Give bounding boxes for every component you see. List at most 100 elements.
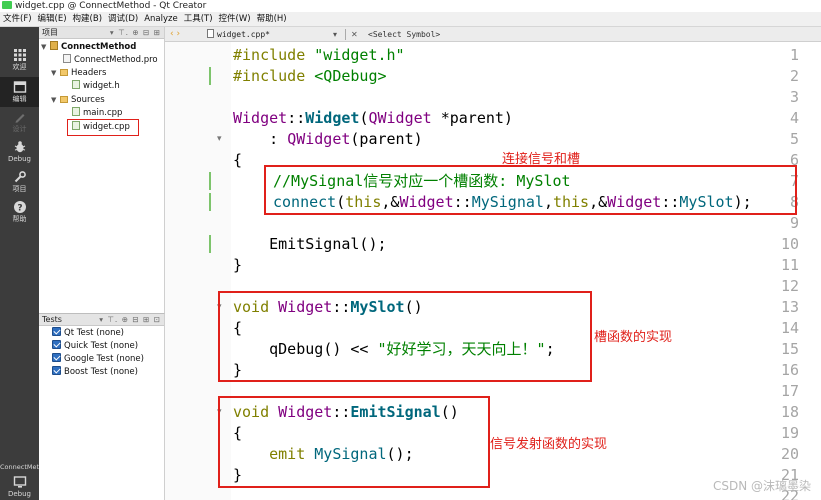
annotation-label-connect: 连接信号和槽 [502,152,581,167]
project-pane-title: 项目 [42,28,58,37]
mode-debug[interactable]: Debug [0,137,39,167]
checkbox-checked[interactable] [52,366,61,375]
test-framework-item[interactable]: Boost Test (none) [52,366,138,378]
code-line-1: #include "widget.h" [233,45,405,66]
line-number: 13 [780,298,799,316]
menu-debug[interactable]: 调试(D) [105,12,141,26]
checkbox-checked[interactable] [52,327,61,336]
tree-header-file[interactable]: widget.h [72,80,120,93]
fold-arrow-icon[interactable]: ▾ [217,129,222,150]
line-number: 4 [789,109,799,127]
tree-headers-folder[interactable]: ▼ Headers [51,67,106,80]
pane-toolbar-icons[interactable]: ▾ ⊤. ⊕ ⊟ ⊞ [110,27,161,38]
menu-widgets[interactable]: 控件(W) [216,12,254,26]
close-document-icon[interactable]: ▾ [333,27,337,41]
test-framework-label: Boost Test (none) [64,367,138,377]
test-framework-item[interactable]: Quick Test (none) [52,340,138,352]
modified-line-marker [209,193,211,211]
token-text: (parent) [350,130,423,148]
token-directive: #include [233,46,306,64]
token-text: : [233,130,288,148]
test-framework-item[interactable]: Qt Test (none) [52,327,124,339]
mode-edit[interactable]: 编辑 [0,77,39,107]
mode-label: 编辑 [12,95,27,103]
help-icon: ? [13,201,26,214]
project-icon [50,41,58,50]
tree-header-file-label: widget.h [83,81,120,91]
modified-line-marker [209,172,211,190]
collapse-arrow-icon[interactable]: ▼ [51,94,60,107]
tree-project-node[interactable]: ▼ ConnectMethod [41,41,136,54]
kit-build-config: Debug [7,490,32,498]
editor-toolbar: ‹ › widget.cpp* ▾ ✕ <Select Symbol> [165,27,821,42]
collapse-arrow-icon[interactable]: ▼ [51,67,60,80]
pencil-icon [15,114,24,123]
token-type: QWidget [287,130,351,148]
tree-pro-file[interactable]: ConnectMethod.pro [63,54,158,67]
modified-line-marker [209,235,211,253]
mode-label: 欢迎 [12,63,27,71]
line-number: 20 [780,445,799,463]
edit-icon [13,81,26,93]
checkbox-checked[interactable] [52,353,61,362]
line-number: 19 [780,424,799,442]
test-framework-item[interactable]: Google Test (none) [52,353,144,365]
code-line-11: } [233,256,243,274]
collapse-arrow-icon[interactable]: ▼ [41,41,50,54]
mode-welcome[interactable]: 欢迎 [0,45,39,75]
nav-back-forward-icon[interactable]: ‹ › [170,27,180,41]
annotation-label-slot: 槽函数的实现 [594,330,673,345]
mode-bar: 欢迎 编辑 设计 Debug 项目 ? 帮助 ConnectMethod Deb… [0,27,51,500]
kit-selector[interactable]: ConnectMethod Debug [0,461,51,500]
tests-pane-title: Tests [42,315,62,324]
token-type: Widget [233,109,288,127]
menu-tools[interactable]: 工具(T) [181,12,216,26]
project-pane: 项目 ▾ ⊤. ⊕ ⊟ ⊞ ▼ ConnectMethod ConnectMeth… [39,27,165,313]
header-file-icon [72,80,80,89]
menu-analyze[interactable]: Analyze [141,12,181,26]
line-number: 12 [780,277,799,295]
project-pane-header: 项目 ▾ ⊤. ⊕ ⊟ ⊞ [39,27,164,39]
token-type: QWidget [368,109,432,127]
tree-sources-folder[interactable]: ▼ Sources [51,94,105,107]
annotation-box-connect [264,165,797,215]
code-line-6: { [233,151,243,169]
mode-help[interactable]: ? 帮助 [0,197,39,227]
line-number: 11 [780,256,799,274]
checkbox-checked[interactable] [52,340,61,349]
code-line-10: EmitSignal(); [233,235,387,253]
test-framework-label: Qt Test (none) [64,328,125,338]
line-number: 10 [780,235,799,253]
annotation-box-emit [218,396,490,488]
tree-project-label: ConnectMethod [61,42,137,52]
watermark: CSDN @沫璃墨染 [712,479,811,493]
tree-pro-file-label: ConnectMethod.pro [74,55,158,65]
symbol-selector[interactable]: <Select Symbol> [368,27,440,41]
annotation-box-slot [218,291,592,382]
bug-icon [14,141,25,153]
menu-build[interactable]: 构建(B) [70,12,105,26]
code-line-5: : QWidget(parent) [233,129,423,150]
mode-projects[interactable]: 项目 [0,167,39,197]
pane-toolbar-icons[interactable]: ▾ ⊤. ⊕ ⊟ ⊞ ⊡ [99,314,161,325]
menu-file[interactable]: 文件(F) [0,12,35,26]
line-number: 15 [780,340,799,358]
folder-icon [60,96,68,103]
document-selector[interactable]: widget.cpp* [207,27,270,41]
code-line-2: #include <QDebug> [233,66,387,87]
mode-label: 帮助 [12,215,27,223]
highlight-box-widget-cpp [67,119,139,136]
code-editor[interactable]: 1 2 3 4 5 6 7 8 9 10 11 12 13 14 15 16 1… [165,42,821,500]
tree-headers-label: Headers [71,68,107,78]
folder-icon [60,69,68,76]
pro-file-icon [63,54,71,63]
menu-help[interactable]: 帮助(H) [254,12,290,26]
close-icon[interactable]: ✕ [351,27,358,41]
menu-edit[interactable]: 编辑(E) [35,12,70,26]
window-title: widget.cpp @ ConnectMethod - Qt Creator [15,1,207,11]
mode-label: Debug [7,155,32,163]
token-string: "widget.h" [305,46,405,64]
test-framework-label: Google Test (none) [64,354,144,364]
mode-design[interactable]: 设计 [0,107,39,137]
line-number: 14 [780,319,799,337]
